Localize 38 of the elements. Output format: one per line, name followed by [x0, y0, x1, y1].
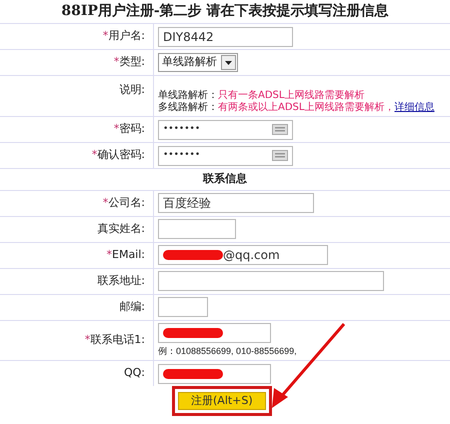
field-label: 说明: [119, 82, 145, 98]
field-label: *联系电话1: [84, 332, 145, 348]
password-field[interactable]: ••••••• [158, 146, 293, 166]
section-heading: 联系信息 [0, 168, 450, 190]
field-hint: 例：01088556699, 010-88556699, [158, 344, 298, 358]
field-label: 邮编: [119, 298, 145, 315]
field-value: @qq.com [223, 247, 280, 264]
field-label: *公司名: [102, 194, 145, 211]
text-field[interactable] [158, 297, 208, 317]
field-value: DIY8442 [163, 28, 214, 46]
field-label: *密码: [114, 121, 145, 138]
field-label: QQ: [124, 365, 145, 382]
text-field[interactable] [158, 219, 236, 239]
field-label: 真实姓名: [97, 220, 145, 237]
field-label: *类型: [114, 54, 145, 70]
note-line: 多线路解析：有两条或以上ADSL上网线路需要解析，详细信息 [158, 102, 436, 114]
text-field[interactable] [158, 364, 271, 384]
field-label: *EMail: [106, 246, 145, 263]
detail-link[interactable]: 详细信息 [394, 102, 434, 113]
note-line: 单线路解析：只有一条ADSL上网线路需要解析 [158, 90, 366, 102]
register-button[interactable]: 注册(Alt+S) [178, 392, 266, 410]
keyboard-icon[interactable] [272, 124, 288, 135]
text-field[interactable]: @qq.com [158, 245, 328, 265]
field-label: *确认密码: [92, 147, 145, 164]
field-label: *用户名: [102, 28, 145, 44]
keyboard-icon[interactable] [272, 150, 288, 161]
text-field[interactable]: 百度经验 [158, 193, 314, 213]
field-label: 联系地址: [97, 272, 145, 289]
page-title: 88IP用户注册-第二步 请在下表按提示填写注册信息 [60, 2, 390, 21]
password-field[interactable]: ••••••• [158, 120, 293, 140]
field-value: ••••••• [163, 122, 200, 136]
type-select[interactable]: 单线路解析 [158, 53, 238, 72]
text-field[interactable]: DIY8442 [158, 26, 293, 46]
text-field[interactable] [158, 322, 271, 342]
caret-icon [225, 60, 232, 64]
field-value: ••••••• [163, 148, 200, 162]
field-value: 百度经验 [163, 195, 211, 212]
text-field[interactable] [158, 271, 384, 291]
